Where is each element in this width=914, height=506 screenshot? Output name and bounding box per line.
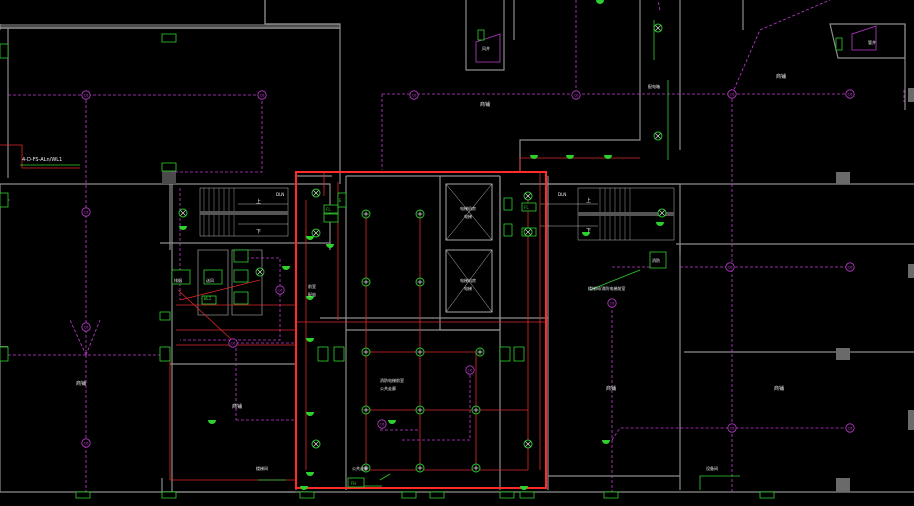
svg-text:C6: C6 [231,341,237,345]
label-topleft-wire: 4-D-FS-ALn/WL1 [22,157,62,163]
svg-text:C6: C6 [84,93,90,97]
label-shop-2: 商铺 [232,403,242,410]
label-bottom-mid: 公共走廊 [352,465,368,471]
label-bottom-left: 楼梯间 [256,465,268,471]
label-elevator-b-bottom: 电梯 [464,285,472,291]
label-fl-1: FL [326,207,331,212]
label-sub-2: 配电 [308,291,316,297]
label-bottom-right: 设备间 [706,465,718,471]
svg-text:C6: C6 [260,93,266,97]
label-room-b: 送风 [206,277,214,283]
label-dn-left: DLN [276,192,284,197]
cad-drawing-canvas[interactable]: C6 C6 C6 C6 C6 C6 C6 C6 C6 C6 C6 C6 C6 C… [0,0,914,506]
svg-text:C6: C6 [84,210,90,214]
label-stair-left-up: 上 [256,198,261,205]
svg-text:C6: C6 [468,368,474,372]
label-gas: 管井 [868,39,876,45]
label-shop-4: 商铺 [776,73,786,80]
svg-text:C6: C6 [728,265,734,269]
svg-text:C6: C6 [84,325,90,329]
svg-text:C6: C6 [848,92,854,96]
svg-text:C6: C6 [412,93,418,97]
label-sub-1: 前室 [308,283,316,289]
svg-text:C6: C6 [380,422,386,426]
label-elevator-a-top: 电梯机房 [460,205,476,211]
label-wire-box: 配电箱 [648,83,660,89]
label-stair-left-down: 下 [256,229,261,235]
label-shop-3: 商铺 [480,101,490,108]
svg-text:C6: C6 [730,92,736,96]
label-shop-1: 商铺 [76,380,86,387]
svg-text:C6: C6 [848,265,854,269]
label-wl2: WL2 [204,296,212,301]
label-duct: 风井 [482,45,490,51]
label-stair-right-down: 下 [586,228,591,234]
label-fl-2: FL [524,205,529,210]
label-shop-6: 商铺 [774,385,784,392]
label-fire: 消防 [652,257,660,263]
svg-text:C6: C6 [574,93,580,97]
label-fh: FH [351,481,356,486]
label-elevator-a-bottom: 电梯 [464,213,472,219]
label-shop-5: 商铺 [606,385,616,392]
svg-text:C6: C6 [848,426,854,430]
label-elevator-b-top: 电梯机房 [460,277,476,283]
label-room-center-2: 公共走廊 [380,385,396,391]
label-dn-right: DLN [558,192,566,197]
label-room-center: 消防电梯前室 [380,377,404,383]
label-room-right: 楼梯间/消防电梯前室 [588,285,625,291]
svg-text:C6: C6 [610,301,616,305]
svg-text:C6: C6 [84,441,90,445]
label-room-a: 排烟 [174,277,182,283]
label-stair-right-up: 上 [586,197,591,204]
svg-text:C6: C6 [278,288,284,292]
svg-text:C6: C6 [730,426,736,430]
